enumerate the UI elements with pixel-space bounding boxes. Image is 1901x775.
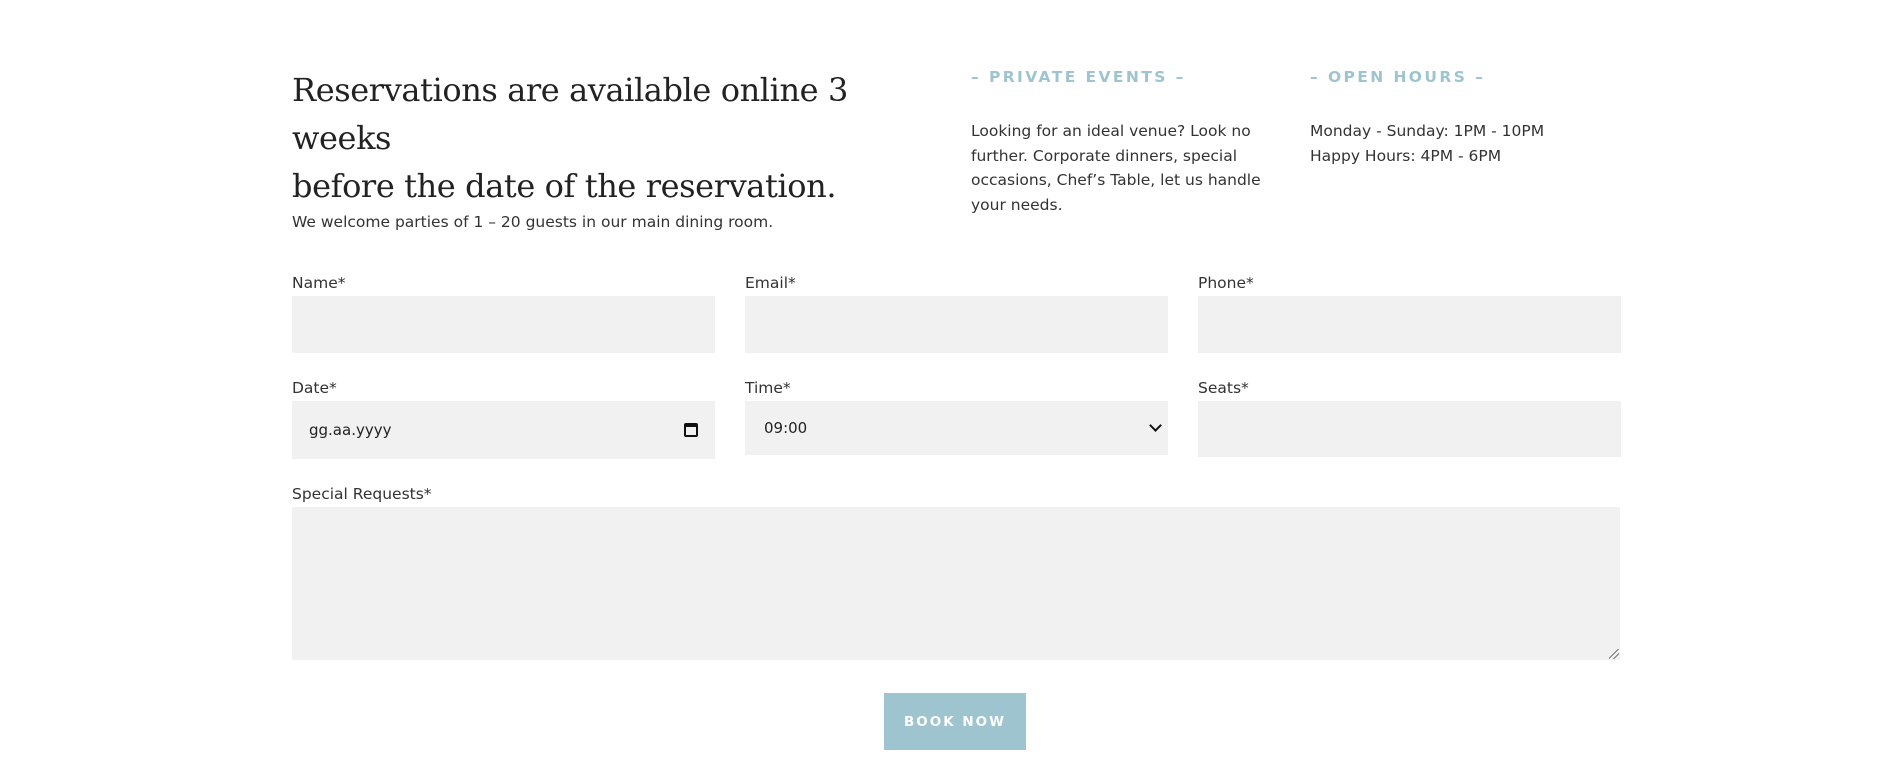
email-field-group: Email* [745, 272, 1168, 353]
email-label: Email* [745, 274, 796, 292]
date-label: Date* [292, 379, 337, 397]
special-requests-group: Special Requests* [292, 483, 1620, 660]
private-events-heading: – PRIVATE EVENTS – [971, 68, 1186, 86]
calendar-icon[interactable] [684, 423, 698, 437]
phone-field-group: Phone* [1198, 272, 1621, 353]
phone-input[interactable] [1198, 296, 1621, 353]
time-label: Time* [745, 379, 791, 397]
headline-line-1: Reservations are available online 3 week… [292, 71, 848, 157]
private-events-text: Looking for an ideal venue? Look no furt… [971, 122, 1261, 214]
special-requests-textarea[interactable] [292, 507, 1620, 660]
open-hours-heading: – OPEN HOURS – [1310, 68, 1486, 86]
book-now-button[interactable]: BOOK NOW [884, 693, 1026, 750]
reservation-form: Name* Email* Phone* Date* gg.aa.yyyy Tim… [292, 272, 1621, 660]
time-field-group: Time* 09:00 [745, 377, 1168, 459]
open-hours-block: – OPEN HOURS – Monday - Sunday: 1PM - 10… [1310, 66, 1600, 168]
special-requests-label: Special Requests* [292, 485, 432, 503]
name-field-group: Name* [292, 272, 715, 353]
intro-block: Reservations are available online 3 week… [292, 66, 932, 233]
phone-label: Phone* [1198, 274, 1254, 292]
email-input[interactable] [745, 296, 1168, 353]
time-select[interactable]: 09:00 [745, 401, 1168, 455]
open-hours-weekly: Monday - Sunday: 1PM - 10PM [1310, 122, 1545, 140]
date-field-group: Date* gg.aa.yyyy [292, 377, 715, 459]
headline-line-2: before the date of the reservation. [292, 167, 837, 205]
open-hours-text: Monday - Sunday: 1PM - 10PM Happy Hours:… [1310, 119, 1600, 168]
time-selected-value: 09:00 [764, 419, 808, 437]
date-placeholder: gg.aa.yyyy [309, 421, 392, 439]
name-input[interactable] [292, 296, 715, 353]
resize-handle-icon[interactable] [1609, 649, 1619, 659]
seats-field-group: Seats* [1198, 377, 1621, 459]
form-row-contact: Name* Email* Phone* [292, 272, 1621, 353]
page-title: Reservations are available online 3 week… [292, 66, 932, 210]
submit-area: BOOK NOW [884, 693, 1026, 750]
name-label: Name* [292, 274, 346, 292]
seats-input[interactable] [1198, 401, 1621, 457]
chevron-down-icon [1149, 419, 1162, 432]
private-events-block: – PRIVATE EVENTS – Looking for an ideal … [971, 66, 1281, 217]
date-input[interactable]: gg.aa.yyyy [292, 401, 715, 459]
seats-label: Seats* [1198, 379, 1249, 397]
open-hours-happy-hours: Happy Hours: 4PM - 6PM [1310, 146, 1502, 165]
intro-subline: We welcome parties of 1 – 20 guests in o… [292, 213, 774, 231]
form-row-booking: Date* gg.aa.yyyy Time* 09:00 Seats* [292, 377, 1621, 459]
